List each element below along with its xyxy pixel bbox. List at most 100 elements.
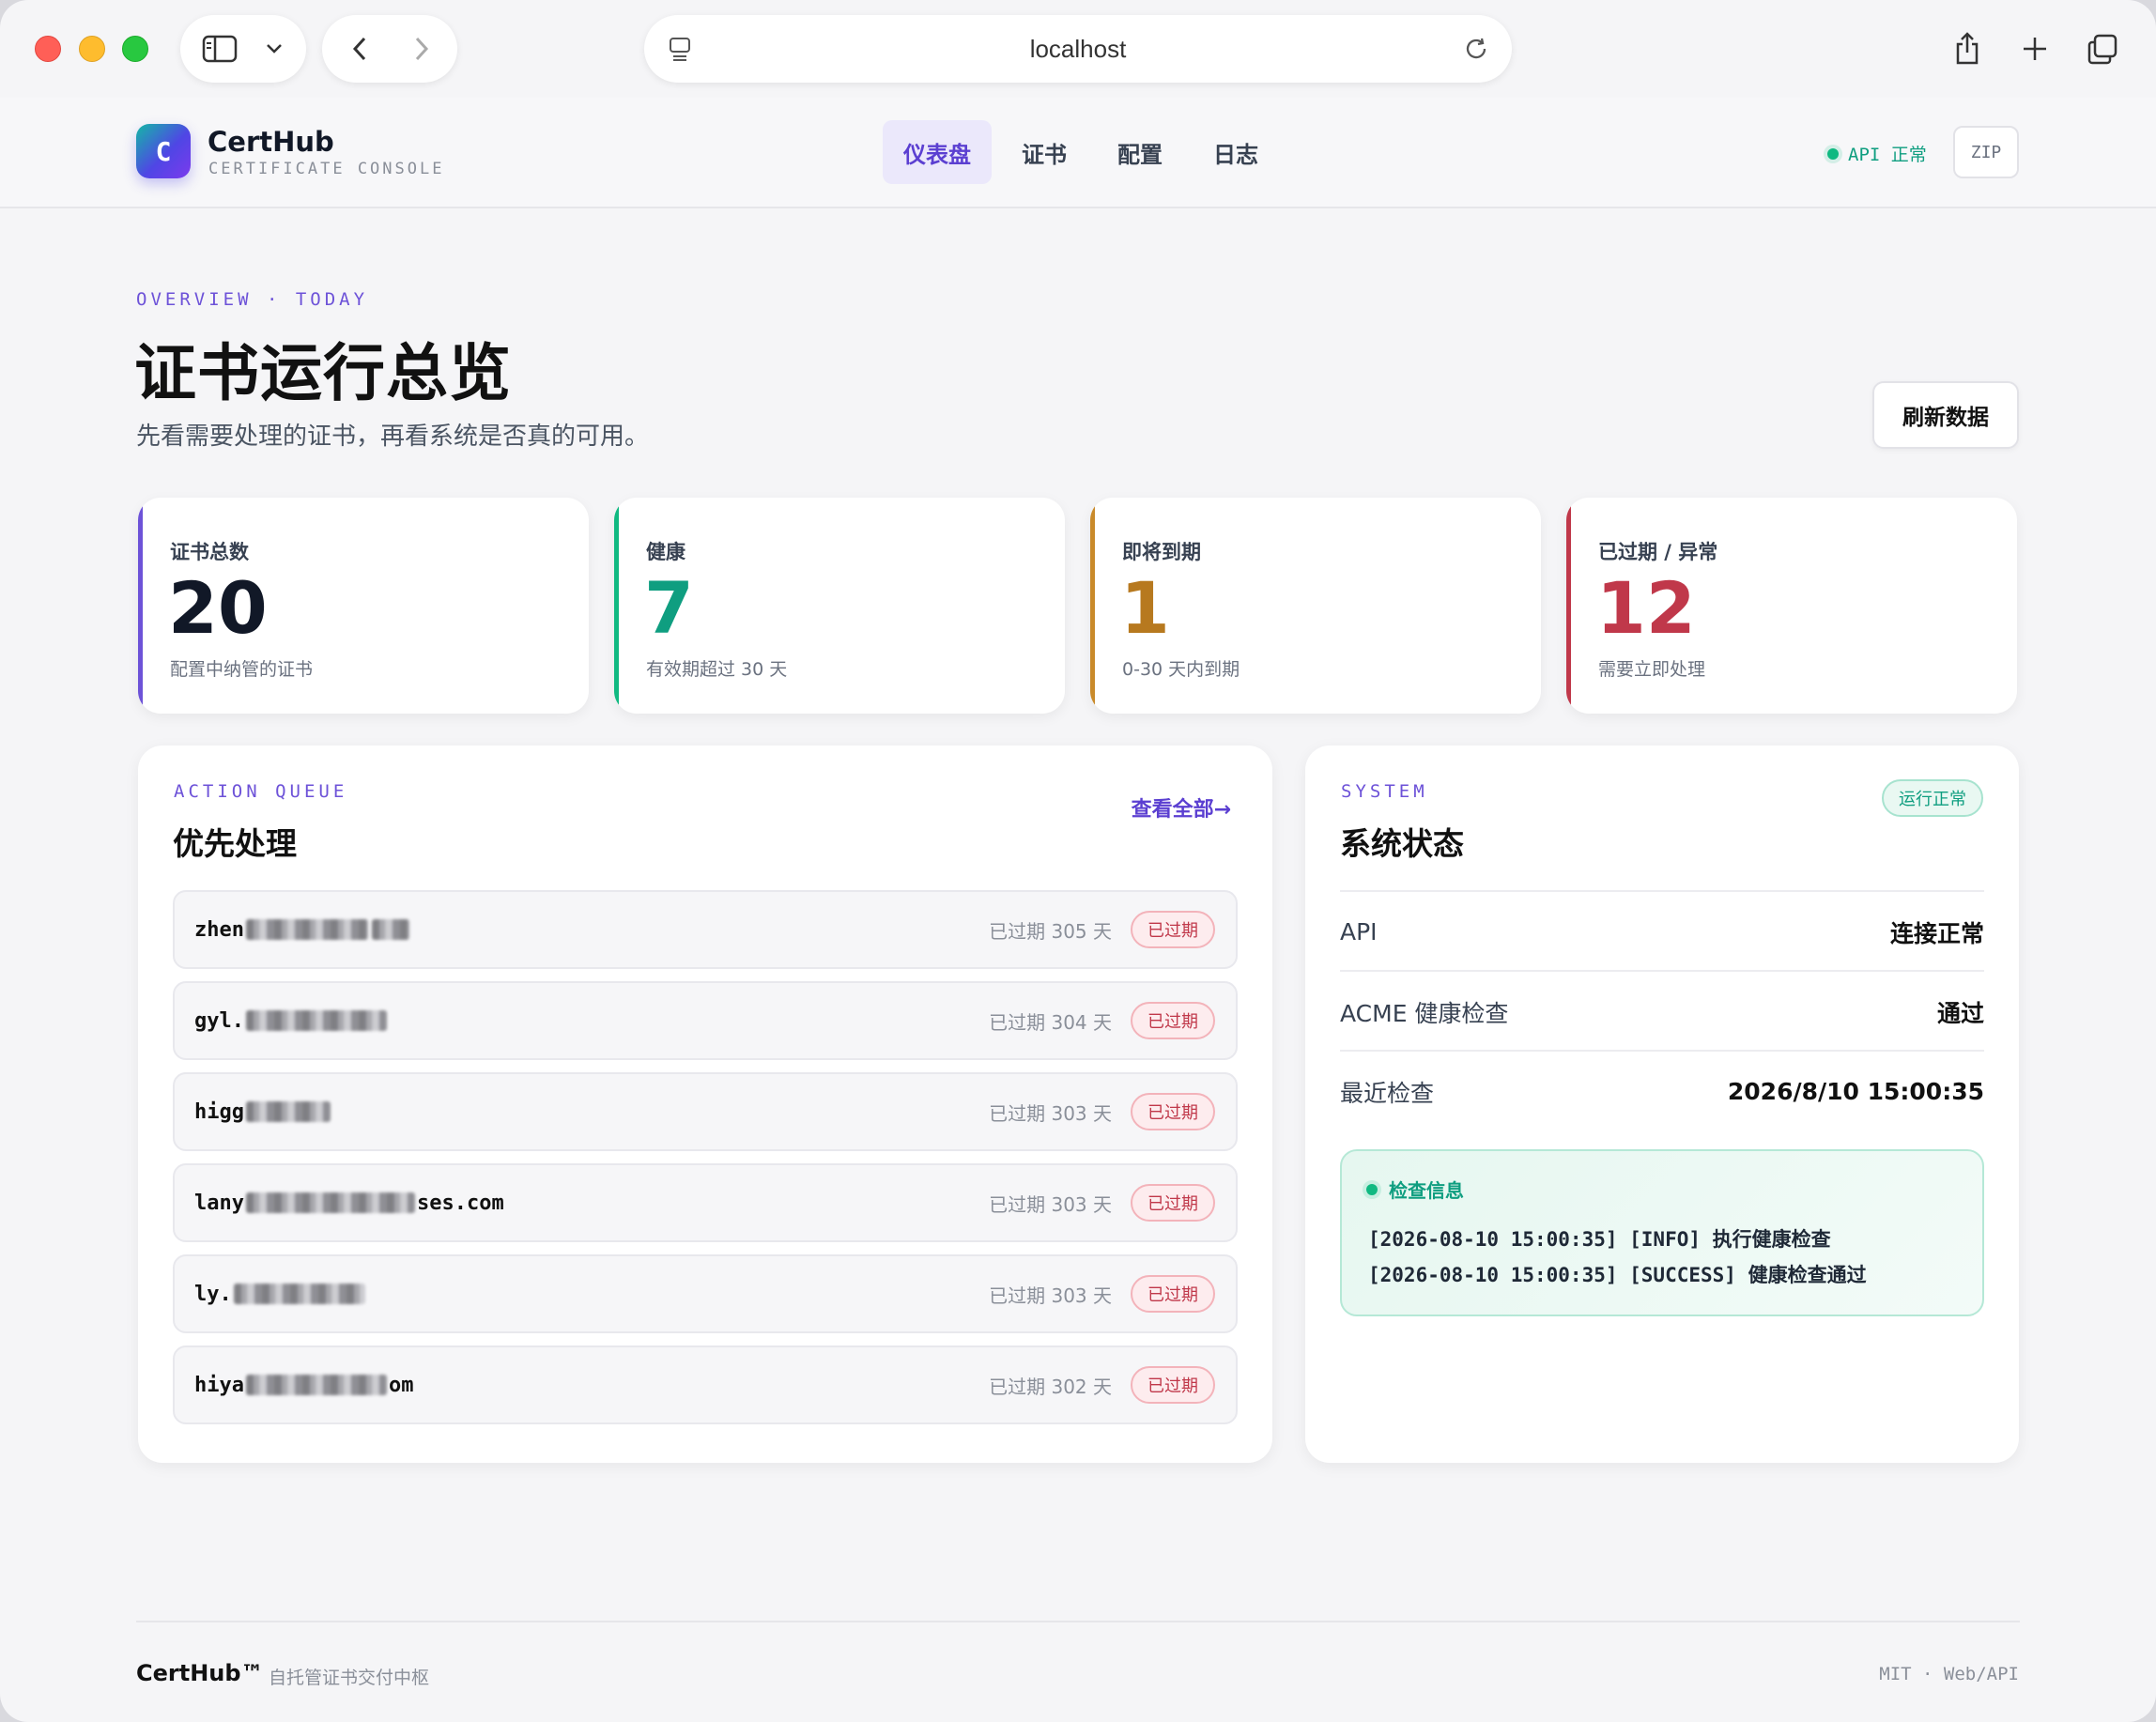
api-status-text: API 正常 [1848,145,1927,165]
status-key: API [1340,918,1378,946]
stat-label: 即将到期 [1122,541,1201,563]
action-queue-panel: ACTION QUEUE 优先处理 查看全部→ zhen 已过期 305 天已过期… [138,746,1272,1463]
stat-value: 1 [1120,566,1170,650]
new-tab-icon[interactable] [2002,15,2068,83]
status-row-api: API 连接正常 [1340,890,1984,970]
share-icon[interactable] [1934,15,2000,83]
stat-card-expiring: 即将到期 1 0-30 天内到期 [1090,498,1541,714]
minimize-window-button[interactable] [79,36,105,62]
domain-visible-prefix: gyl. [194,1008,244,1033]
sidebar-icon[interactable] [199,15,240,83]
domain-visible-suffix: om [388,1373,414,1397]
panel-title: 优先处理 [173,825,297,862]
footer-tagline: 自托管证书交付中枢 [269,1668,430,1688]
expiry-days: 已过期 303 天 [989,1192,1112,1216]
system-status-panel: SYSTEM 系统状态 运行正常 API 连接正常 ACME 健康检查 通过 最… [1305,746,2019,1463]
close-window-button[interactable] [35,36,61,62]
redacted-text [371,919,409,940]
footer-meta: MIT · Web/API [1879,1664,2019,1684]
nav-config[interactable]: 配置 [1097,120,1183,184]
queue-list: zhen 已过期 305 天已过期 gyl. 已过期 304 天已过期 higg 已过期 … [173,890,1238,1437]
queue-item[interactable]: gyl. 已过期 304 天已过期 [173,981,1238,1060]
certificate-domain: lany ses.com [194,1165,504,1240]
status-value: 连接正常 [1889,919,1984,947]
zoom-window-button[interactable] [122,36,148,62]
view-all-link[interactable]: 查看全部→ [1132,792,1231,823]
stat-description: 0-30 天内到期 [1122,659,1240,680]
page-eyebrow: OVERVIEW · TODAY [136,289,369,310]
app-header: C CertHub CERTIFICATE CONSOLE 仪表盘 证书 配置 … [0,98,2156,208]
certificate-domain: higg [194,1074,332,1149]
panel-eyebrow: SYSTEM [1341,781,1428,802]
status-badge: 已过期 [1131,1366,1215,1404]
status-badge: 已过期 [1131,911,1215,948]
domain-visible-suffix: ses.com [416,1191,504,1215]
page-subtitle: 先看需要处理的证书，再看系统是否真的可用。 [136,423,650,451]
stat-label: 证书总数 [170,541,249,563]
back-icon[interactable] [339,15,380,83]
queue-item[interactable]: zhen 已过期 305 天已过期 [173,890,1238,969]
expiry-days: 已过期 302 天 [989,1375,1112,1398]
domain-visible-prefix: hiya [194,1373,244,1397]
status-dot-icon [1827,147,1839,160]
redacted-text [245,1375,387,1395]
stat-card-total: 证书总数 20 配置中纳管的证书 [138,498,589,714]
health-check-log: 检查信息 [2026-08-10 15:00:35] [INFO] 执行健康检查… [1340,1149,1984,1316]
domain-visible-prefix: higg [194,1099,244,1124]
refresh-button[interactable]: 刷新数据 [1872,381,2019,449]
sidebar-toggle-group [180,15,306,83]
status-badge: 已过期 [1131,1093,1215,1130]
log-line: [2026-08-10 15:00:35] [SUCCESS] 健康检查通过 [1368,1264,1867,1286]
nav-dashboard[interactable]: 仪表盘 [883,120,992,184]
certificate-domain: gyl. [194,983,389,1058]
queue-item[interactable]: higg 已过期 303 天已过期 [173,1072,1238,1151]
browser-actions [1934,15,2135,83]
system-status-badge: 运行正常 [1882,779,1983,817]
queue-item[interactable]: ly. 已过期 303 天已过期 [173,1254,1238,1333]
tab-overview-icon[interactable] [2070,15,2135,83]
redacted-text [245,1192,415,1213]
page-title: 证书运行总览 [134,337,512,409]
brand-name: CertHub [208,126,334,158]
stat-description: 需要立即处理 [1598,659,1706,680]
reload-icon[interactable] [1457,15,1495,83]
stat-value: 7 [644,566,694,650]
stat-card-healthy: 健康 7 有效期超过 30 天 [614,498,1065,714]
forward-icon[interactable] [401,15,442,83]
zip-download-button[interactable]: ZIP [1953,126,2019,178]
panel-eyebrow: ACTION QUEUE [174,781,348,802]
history-nav-group [322,15,457,83]
certificate-domain: ly. [194,1256,367,1331]
log-title: 检查信息 [1389,1179,1464,1202]
status-value: 通过 [1936,999,1984,1027]
url-text: localhost [1029,34,1127,63]
nav-certificates[interactable]: 证书 [1001,120,1087,184]
queue-item[interactable]: lany ses.com 已过期 303 天已过期 [173,1163,1238,1242]
status-row-last-check: 最近检查 2026/8/10 15:00:35 [1340,1050,1984,1130]
status-value: 2026/8/10 15:00:35 [1727,1078,1984,1105]
system-status-rows: API 连接正常 ACME 健康检查 通过 最近检查 2026/8/10 15:… [1340,890,1984,1130]
status-row-acme: ACME 健康检查 通过 [1340,970,1984,1050]
brand-subtitle: CERTIFICATE CONSOLE [208,160,445,178]
status-badge: 已过期 [1131,1002,1215,1039]
redacted-text [245,1101,331,1122]
log-header: 检查信息 [1366,1176,1464,1203]
domain-visible-prefix: zhen [194,917,244,942]
status-dot-icon [1366,1183,1378,1195]
app-logo[interactable]: C [136,124,191,178]
address-bar[interactable]: localhost [644,15,1512,83]
queue-item[interactable]: hiya om 已过期 302 天已过期 [173,1345,1238,1424]
stat-label: 健康 [646,541,685,563]
stat-card-expired: 已过期 / 异常 12 需要立即处理 [1566,498,2017,714]
certificate-domain: hiya om [194,1347,413,1422]
status-badge: 已过期 [1131,1275,1215,1313]
stat-description: 配置中纳管的证书 [170,659,314,680]
certificate-domain: zhen [194,892,411,967]
chevron-down-icon[interactable] [257,15,291,83]
api-status-indicator: API 正常 [1827,141,1927,166]
redacted-text [245,1010,387,1031]
stat-value: 12 [1596,566,1696,650]
footer-divider [136,1621,2020,1622]
footer-brand: CertHub™ [136,1660,264,1686]
nav-logs[interactable]: 日志 [1193,120,1279,184]
